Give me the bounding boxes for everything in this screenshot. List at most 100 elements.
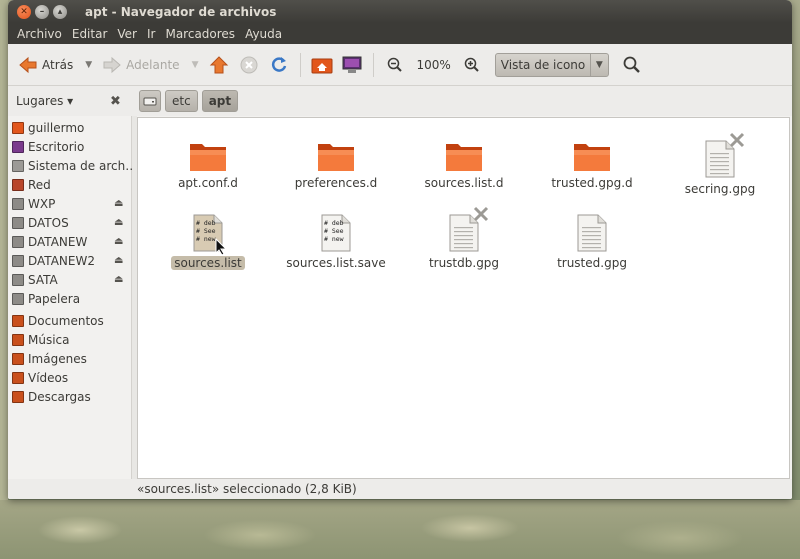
sidebar-item-datanew[interactable]: DATANEW ⏏ (12, 232, 132, 251)
pictures-folder-icon (12, 352, 24, 365)
eject-icon[interactable]: ⏏ (114, 217, 123, 228)
file-item-trustdb-gpg[interactable]: trustdb.gpg (409, 206, 519, 270)
maximize-window-button[interactable]: ▴ (53, 4, 67, 19)
file-manager-window: ✕ – ▴ apt - Navegador de archivos Archiv… (8, 0, 792, 499)
file-item-sources-list[interactable]: # deb # See # new sources.list (153, 214, 263, 270)
sidebar-item-papelera[interactable]: Papelera (12, 289, 132, 308)
home-folder-icon (311, 58, 333, 73)
minimize-window-button[interactable]: – (35, 4, 49, 19)
file-item-sources-list-d[interactable]: sources.list.d (409, 140, 519, 190)
text-file-icon: # deb # See # new (321, 214, 351, 252)
network-icon (12, 178, 24, 191)
file-view: apt.conf.d preferences.d sources.list.d tru… (137, 117, 790, 479)
back-history-dropdown[interactable]: ▼ (85, 60, 92, 70)
search-button[interactable] (621, 54, 643, 76)
computer-icon (342, 56, 362, 73)
sidebar-item-imágenes[interactable]: Imágenes (12, 349, 132, 368)
sidebar-item-label: Red (28, 177, 51, 192)
file-item-apt-conf-d[interactable]: apt.conf.d (153, 140, 263, 190)
file-name: sources.list.save (286, 256, 386, 270)
breadcrumb-etc[interactable]: etc (165, 90, 198, 112)
mouse-cursor-icon (215, 237, 228, 259)
menu-archivo[interactable]: Archivo (12, 27, 67, 41)
sidebar-item-datos[interactable]: DATOS ⏏ (12, 213, 132, 232)
status-bar: «sources.list» seleccionado (2,8 KiB) (8, 479, 792, 499)
reload-icon (272, 56, 287, 72)
sidebar-item-red[interactable]: Red (12, 175, 132, 194)
sidebar-item-escritorio[interactable]: Escritorio (12, 137, 132, 156)
view-mode-select[interactable]: Vista de icono ▼ (494, 52, 609, 77)
forward-button[interactable]: Adelante (98, 50, 183, 80)
sidebar-item-sistema-de-arch[interactable]: Sistema de arch… (12, 156, 132, 175)
sidebar-item-label: Escritorio (28, 139, 85, 154)
sidebar-item-label: DATANEW2 (28, 253, 95, 268)
sidebar-item-descargas[interactable]: Descargas (12, 387, 132, 406)
documents-folder-icon (12, 314, 24, 327)
status-text: «sources.list» seleccionado (2,8 KiB) (137, 482, 357, 496)
zoom-level: 100% (416, 57, 451, 72)
sidebar-item-wxp[interactable]: WXP ⏏ (12, 194, 132, 213)
menu-ver[interactable]: Ver (112, 27, 142, 41)
drive-icon (143, 97, 157, 106)
sidebar-item-label: Descargas (28, 389, 91, 404)
document-icon (577, 214, 607, 252)
close-sidebar-icon[interactable]: ✖ (110, 94, 121, 109)
stop-icon (240, 56, 258, 73)
file-item-trusted-gpg-d[interactable]: trusted.gpg.d (537, 140, 647, 190)
back-arrow-icon (19, 56, 37, 73)
breadcrumb-root[interactable] (139, 90, 161, 112)
file-item-trusted-gpg[interactable]: trusted.gpg (537, 214, 647, 270)
back-button[interactable]: Atrás (14, 50, 77, 80)
sidebar-item-datanew2[interactable]: DATANEW2 ⏏ (12, 251, 132, 270)
file-item-secring-gpg[interactable]: secring.gpg (665, 132, 775, 196)
places-dropdown[interactable]: Lugares ▾ (16, 94, 73, 108)
sidebar-item-música[interactable]: Música (12, 330, 132, 349)
file-name: trusted.gpg.d (551, 176, 633, 190)
drive-icon (12, 235, 24, 248)
file-preview-line: # See (196, 227, 216, 235)
home-folder-icon (12, 121, 24, 134)
sidebar-item-guillermo[interactable]: guillermo (12, 118, 132, 137)
eject-icon[interactable]: ⏏ (114, 274, 123, 285)
location-bar: Lugares ▾ ✖ etc apt (8, 86, 792, 116)
forward-arrow-icon (103, 56, 121, 73)
zoom-out-button[interactable] (384, 54, 406, 76)
breadcrumb-apt[interactable]: apt (201, 90, 239, 112)
computer-button[interactable] (341, 54, 363, 76)
menu-ir[interactable]: Ir (142, 27, 160, 41)
sidebar-item-label: Documentos (28, 313, 104, 328)
sidebar-item-label: WXP (28, 196, 56, 211)
file-item-preferences-d[interactable]: preferences.d (281, 140, 391, 190)
desktop-background (0, 0, 8, 559)
sidebar-item-vídeos[interactable]: Vídeos (12, 368, 132, 387)
up-button[interactable] (208, 54, 230, 76)
menu-ayuda[interactable]: Ayuda (240, 27, 287, 41)
forward-history-dropdown[interactable]: ▼ (192, 60, 199, 70)
reload-button[interactable] (268, 54, 290, 76)
eject-icon[interactable]: ⏏ (114, 236, 123, 247)
sidebar-item-label: DATANEW (28, 234, 88, 249)
folder-icon (445, 140, 483, 172)
file-item-sources-list-save[interactable]: # deb # See # new sources.list.save (281, 214, 391, 270)
zoom-in-button[interactable] (461, 54, 483, 76)
toolbar: Atrás ▼ Adelante ▼ 100% Vista de icono ▼ (8, 44, 792, 86)
file-name: sources.list.d (424, 176, 504, 190)
view-mode-value: Vista de icono (500, 57, 586, 72)
menu-editar[interactable]: Editar (67, 27, 113, 41)
eject-icon[interactable]: ⏏ (114, 198, 123, 209)
drive-icon (12, 216, 24, 229)
sidebar-item-label: guillermo (28, 120, 85, 135)
sidebar-item-sata[interactable]: SATA ⏏ (12, 270, 132, 289)
stop-button[interactable] (238, 54, 260, 76)
menu-marcadores[interactable]: Marcadores (160, 27, 240, 41)
file-preview-line: # new (324, 235, 344, 243)
desktop-background-bottom (0, 500, 800, 559)
eject-icon[interactable]: ⏏ (114, 255, 123, 266)
sidebar-item-documentos[interactable]: Documentos (12, 311, 132, 330)
trash-icon (12, 292, 24, 305)
file-name: secring.gpg (684, 182, 756, 196)
back-label: Atrás (42, 57, 74, 72)
home-button[interactable] (311, 54, 333, 76)
unreadable-file-icon (449, 206, 489, 252)
close-window-button[interactable]: ✕ (17, 4, 31, 19)
